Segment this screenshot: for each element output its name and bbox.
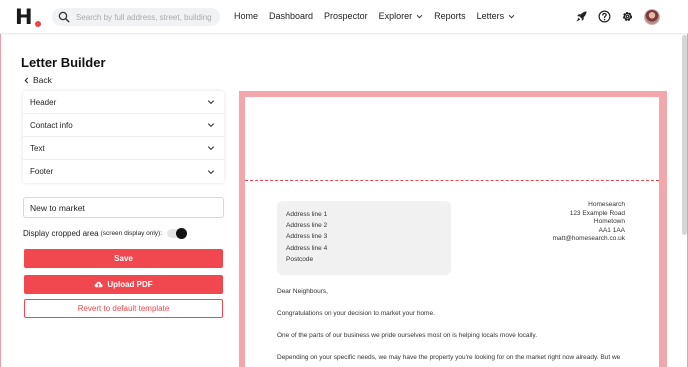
page-scrollbar[interactable]: [682, 35, 687, 235]
crop-toggle[interactable]: [167, 228, 188, 239]
revert-label: Revert to default template: [77, 304, 170, 313]
crop-label: Display cropped area: [23, 229, 99, 238]
nav-letters[interactable]: Letters: [477, 11, 516, 21]
upload-label: Upload PDF: [107, 280, 153, 289]
user-avatar[interactable]: [644, 9, 660, 25]
nav-reports-label: Reports: [434, 11, 466, 21]
top-navigation-bar: H Home Dashboard Prospector Explorer Rep…: [0, 0, 688, 34]
main-nav: Home Dashboard Prospector Explorer Repor…: [234, 11, 526, 21]
crop-note: (screen display only):: [100, 230, 163, 237]
save-label: Save: [114, 254, 133, 263]
nav-explorer-label: Explorer: [378, 11, 413, 21]
crop-marker-line: [245, 180, 659, 181]
homesearch-logo[interactable]: H: [15, 6, 41, 28]
nav-home-label: Home: [234, 11, 259, 21]
nav-prospector-label: Prospector: [324, 11, 368, 21]
chevron-down-icon: [508, 14, 515, 18]
sender-address[interactable]: Homesearch 123 Example Road Hometown AA1…: [553, 201, 625, 244]
page-title: Letter Builder: [21, 55, 106, 70]
header-actions: [575, 10, 644, 23]
recipient-line: Address line 2: [286, 222, 328, 230]
accordion-header[interactable]: Header: [23, 91, 224, 114]
chevron-left-icon: [24, 77, 29, 83]
recipient-line: Address line 1: [286, 211, 328, 218]
accordion-text[interactable]: Text: [23, 137, 224, 160]
recipient-line: Address line 4: [286, 244, 328, 252]
chevron-down-icon: [207, 100, 215, 105]
chevron-down-icon: [207, 169, 215, 174]
chevron-down-icon: [416, 14, 423, 18]
sender-line: Hometown: [593, 218, 625, 225]
nav-dashboard-label: Dashboard: [269, 11, 314, 21]
chevron-down-icon: [207, 146, 215, 151]
letter-paragraph: Depending on your specific needs, we may…: [277, 354, 621, 361]
logo-letter: H: [15, 5, 33, 29]
nav-dashboard[interactable]: Dashboard: [269, 11, 313, 21]
toggle-knob: [176, 228, 188, 239]
letter-paragraph: Congratulations on your decision to mark…: [277, 310, 435, 317]
back-label: Back: [33, 75, 52, 85]
rocket-icon[interactable]: [575, 10, 588, 23]
nav-reports[interactable]: Reports: [434, 11, 466, 21]
chevron-down-icon: [207, 123, 215, 128]
sender-line: matt@homesearch.co.uk: [552, 235, 625, 242]
accordion-label: Text: [30, 143, 45, 153]
revert-template-button[interactable]: Revert to default template: [24, 299, 223, 318]
sender-line: Homesearch: [588, 201, 625, 208]
letter-page: Address line 1 Address line 2 Address li…: [245, 97, 659, 367]
sender-line: AA1 1AA: [598, 226, 625, 234]
nav-home[interactable]: Home: [234, 11, 258, 21]
letter-paragraph: Dear Neighbours,: [277, 288, 328, 295]
search-bar[interactable]: [52, 8, 220, 26]
logo-dot: [35, 21, 41, 27]
letter-paragraph: One of the parts of our business we prid…: [277, 332, 538, 339]
template-name-input[interactable]: [23, 197, 224, 218]
search-icon: [58, 11, 70, 23]
nav-explorer[interactable]: Explorer: [379, 11, 424, 21]
nav-letters-label: Letters: [476, 11, 505, 21]
accordion-label: Contact info: [30, 120, 73, 130]
gear-icon[interactable]: [621, 10, 634, 23]
back-link[interactable]: Back: [23, 75, 52, 85]
accordion-label: Footer: [30, 167, 54, 176]
help-icon[interactable]: [598, 10, 611, 23]
section-accordion: Header Contact info Text Footer: [23, 91, 224, 183]
save-button[interactable]: Save: [24, 249, 223, 268]
letter-body[interactable]: Dear Neighbours, Congratulations on your…: [277, 288, 637, 367]
accordion-contact-info[interactable]: Contact info: [23, 114, 224, 137]
recipient-line: Postcode: [286, 255, 314, 263]
letter-preview: Address line 1 Address line 2 Address li…: [239, 91, 667, 367]
accordion-label: Header: [30, 97, 57, 107]
sender-line: 123 Example Road: [569, 209, 625, 217]
nav-prospector[interactable]: Prospector: [324, 11, 368, 21]
recipient-line: Address line 3: [286, 233, 328, 241]
recipient-address-box[interactable]: Address line 1 Address line 2 Address li…: [277, 201, 451, 275]
upload-pdf-button[interactable]: Upload PDF: [24, 275, 223, 294]
accordion-footer[interactable]: Footer: [23, 160, 224, 183]
cloud-upload-icon: [94, 281, 103, 288]
search-input[interactable]: [76, 12, 216, 22]
crop-toggle-row: Display cropped area (screen display onl…: [23, 228, 188, 239]
